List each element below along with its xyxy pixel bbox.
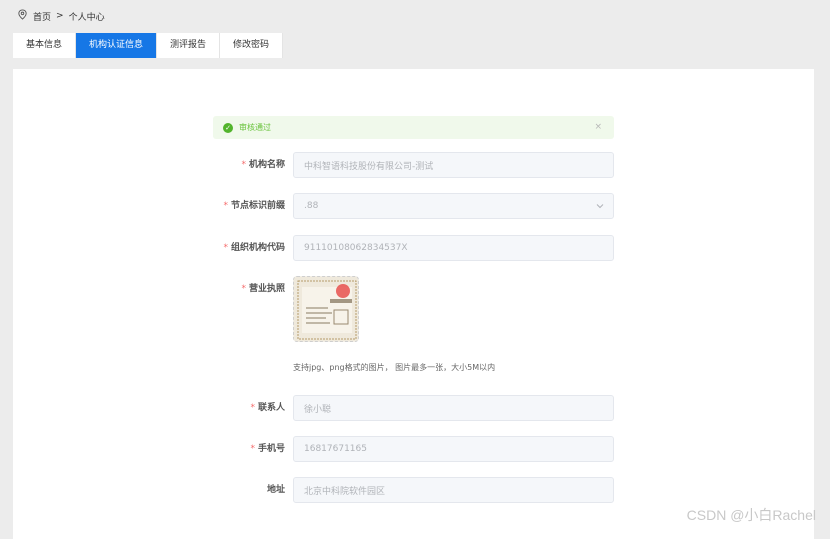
tab-change-password[interactable]: 修改密码 [220,33,283,58]
org-name-label: 机构名称 [249,160,285,170]
node-prefix-label: 节点标识前缀 [231,201,285,211]
close-icon[interactable]: × [594,122,602,132]
phone-input[interactable] [293,436,614,462]
breadcrumb: 首页 > 个人中心 [17,9,105,23]
location-pin-icon [17,9,28,23]
tab-basic-info[interactable]: 基本信息 [13,33,76,58]
contact-label: 联系人 [258,403,285,413]
required-mark: * [241,160,246,170]
node-prefix-select[interactable]: .88 [293,193,614,219]
required-mark: * [223,201,228,211]
license-image-thumbnail[interactable] [293,276,359,342]
contact-input[interactable] [293,395,614,421]
required-mark: * [250,444,255,454]
tab-evaluation-report[interactable]: 测评报告 [157,33,220,58]
phone-row: *手机号 [213,436,614,462]
phone-label: 手机号 [258,444,285,454]
check-circle-icon: ✓ [223,123,233,133]
tab-org-certification[interactable]: 机构认证信息 [76,33,157,58]
required-mark: * [241,284,246,294]
org-code-row: *组织机构代码 [213,235,614,261]
address-label: 地址 [267,485,285,495]
main-panel: ✓ 审核通过 × *机构名称 *节点标识前缀 .88 *组织机构代码 *营业执照 [13,69,814,539]
tab-bar: 基本信息 机构认证信息 测评报告 修改密码 [13,33,283,58]
node-prefix-row: *节点标识前缀 .88 [213,193,614,219]
alert-text: 审核通过 [239,122,271,133]
breadcrumb-home[interactable]: 首页 [33,10,51,23]
contact-row: *联系人 [213,395,614,421]
license-row: *营业执照 [213,276,614,342]
org-code-input[interactable] [293,235,614,261]
license-upload-hint: 支持jpg、png格式的图片， 图片最多一张，大小5M以内 [293,362,495,373]
node-prefix-value: .88 [304,201,318,211]
approval-alert: ✓ 审核通过 × [213,116,614,139]
org-code-label: 组织机构代码 [231,243,285,253]
org-name-input[interactable] [293,152,614,178]
required-mark: * [250,403,255,413]
org-name-row: *机构名称 [213,152,614,178]
license-image-icon [294,277,359,342]
breadcrumb-separator: > [56,11,64,21]
required-mark: * [223,243,228,253]
chevron-down-icon [596,202,604,210]
address-input[interactable] [293,477,614,503]
address-row: 地址 [213,477,614,503]
breadcrumb-current: 个人中心 [69,10,105,23]
license-label: 营业执照 [249,284,285,294]
watermark: CSDN @小白Rachel [687,505,816,525]
